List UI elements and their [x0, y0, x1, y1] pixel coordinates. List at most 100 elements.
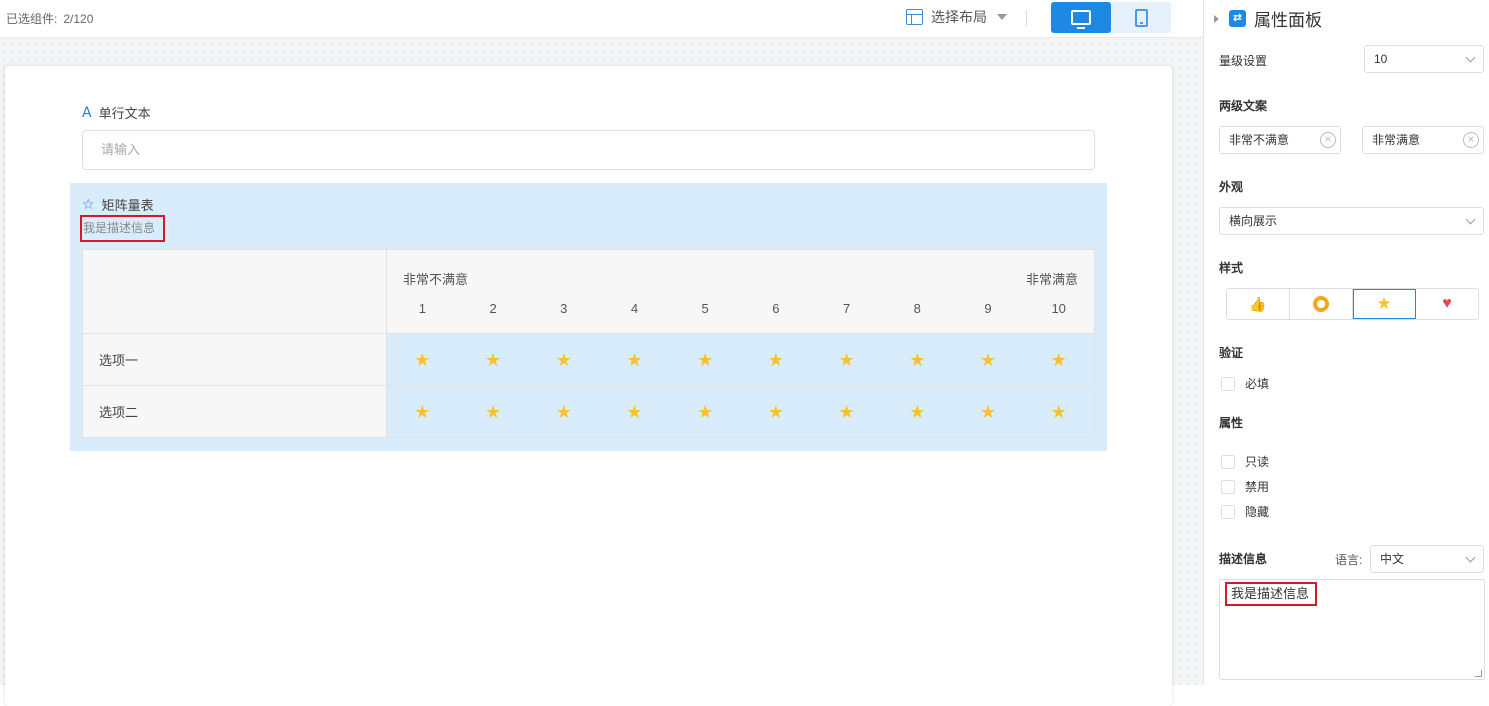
- rating-star-icon[interactable]: ★: [741, 403, 812, 421]
- thumb-icon: 👍: [1249, 295, 1267, 312]
- layout-icon: [906, 9, 923, 25]
- tablet-icon: [1134, 8, 1148, 27]
- rating-star-icon[interactable]: ★: [387, 403, 458, 421]
- matrix-row-ratings: ★ ★ ★ ★ ★ ★ ★ ★ ★ ★: [386, 385, 1095, 438]
- rating-star-icon[interactable]: ★: [1023, 403, 1094, 421]
- rating-star-icon[interactable]: ★: [387, 351, 458, 369]
- rating-star-icon[interactable]: ★: [953, 403, 1024, 421]
- description-value: 我是描述信息: [1225, 582, 1317, 606]
- appearance-select[interactable]: 横向展示: [1219, 207, 1484, 235]
- device-switch: [1051, 2, 1171, 33]
- star-icon: ★: [1376, 294, 1392, 313]
- matrix-header-scale: 非常不满意 非常满意 1 2 3 4 5 6 7 8 9 10: [386, 249, 1095, 334]
- disabled-checkbox[interactable]: 禁用: [1221, 478, 1269, 495]
- style-option-star[interactable]: ★: [1353, 289, 1416, 319]
- heart-icon: ♥: [1442, 295, 1452, 312]
- desktop-icon: [1071, 10, 1091, 29]
- matrix-title: 矩阵量表: [101, 198, 154, 213]
- scale-number: 2: [489, 301, 497, 316]
- selected-label: 已选组件:: [6, 12, 58, 26]
- language-label: 语言:: [1335, 553, 1363, 567]
- appearance-label: 外观: [1219, 180, 1244, 194]
- collapse-arrow-icon: [1214, 14, 1219, 23]
- low-text-input[interactable]: 非常不满意 ×: [1219, 126, 1341, 154]
- rating-star-icon[interactable]: ★: [1023, 351, 1094, 369]
- clear-icon[interactable]: ×: [1463, 132, 1479, 148]
- scale-number: 7: [842, 301, 851, 316]
- rating-star-icon[interactable]: ★: [528, 351, 599, 369]
- property-panel: ⇄ 属性面板 量级设置 10 两级文案 非常不满意 × 非常满意 × 外观 横向…: [1203, 0, 1489, 685]
- hidden-checkbox[interactable]: 隐藏: [1221, 503, 1269, 520]
- rating-star-icon[interactable]: ★: [882, 403, 953, 421]
- text-type-icon: A: [82, 104, 92, 121]
- rating-star-icon[interactable]: ★: [599, 403, 670, 421]
- level-label: 量级设置: [1219, 54, 1268, 68]
- language-select[interactable]: 中文: [1370, 545, 1484, 573]
- divider: [1026, 10, 1027, 26]
- two-level-label: 两级文案: [1219, 99, 1268, 113]
- language-value: 中文: [1380, 552, 1405, 566]
- appearance-value: 横向展示: [1229, 214, 1278, 228]
- level-value: 10: [1374, 52, 1388, 66]
- rating-star-icon[interactable]: ★: [741, 351, 812, 369]
- rating-star-icon[interactable]: ★: [811, 403, 882, 421]
- chevron-down-icon: [1465, 214, 1476, 225]
- checkbox-box[interactable]: [1221, 454, 1235, 469]
- rating-star-icon[interactable]: ★: [882, 351, 953, 369]
- matrix-label: ☆ 矩阵量表: [82, 195, 154, 214]
- star-outline-icon: ☆: [82, 196, 95, 212]
- editor-area: 已选组件: 2/120 选择布局 A 单行文本 请输入 ☆ 矩阵量表 我是描述信…: [0, 0, 1203, 706]
- clear-icon[interactable]: ×: [1320, 132, 1336, 148]
- text-field-label: A 单行文本: [82, 103, 151, 122]
- required-label: 必填: [1245, 377, 1270, 391]
- text-field-title: 单行文本: [98, 106, 151, 121]
- text-field-placeholder: 请输入: [101, 142, 141, 157]
- scale-number: 1: [418, 301, 426, 316]
- level-select[interactable]: 10: [1364, 45, 1484, 73]
- rating-star-icon[interactable]: ★: [458, 351, 529, 369]
- rating-star-icon[interactable]: ★: [670, 351, 741, 369]
- rating-star-icon[interactable]: ★: [811, 351, 882, 369]
- readonly-checkbox[interactable]: 只读: [1221, 453, 1269, 470]
- select-layout-button[interactable]: 选择布局: [906, 7, 1007, 27]
- desktop-view-button[interactable]: [1051, 2, 1111, 33]
- readonly-label: 只读: [1245, 455, 1270, 469]
- matrix-row-ratings: ★ ★ ★ ★ ★ ★ ★ ★ ★ ★: [386, 333, 1095, 386]
- resize-handle-icon[interactable]: [1475, 670, 1482, 677]
- matrix-table: 非常不满意 非常满意 1 2 3 4 5 6 7 8 9 10 选项一 ★ ★ ★ ★ ★ ★ ★ ★ ★ ★ 选项…: [82, 249, 1095, 438]
- scale-number: 9: [984, 301, 992, 316]
- high-text-value: 非常满意: [1372, 133, 1421, 147]
- matrix-scale-component[interactable]: ☆ 矩阵量表 我是描述信息 非常不满意 非常满意 1 2 3 4 5 6 7 8 9 10: [70, 183, 1107, 451]
- matrix-header-empty: [82, 249, 387, 334]
- checkbox-box[interactable]: [1221, 479, 1235, 494]
- hidden-label: 隐藏: [1245, 505, 1270, 519]
- scale-high-label: 非常满意: [1025, 272, 1078, 287]
- select-layout-label: 选择布局: [931, 9, 987, 25]
- required-checkbox[interactable]: 必填: [1221, 375, 1269, 392]
- rating-star-icon[interactable]: ★: [458, 403, 529, 421]
- scale-numbers: 1 2 3 4 5 6 7 8 9 10: [387, 301, 1094, 316]
- ring-icon: [1313, 296, 1329, 312]
- style-option-ring[interactable]: [1290, 289, 1353, 319]
- rating-star-icon[interactable]: ★: [670, 403, 741, 421]
- caret-down-icon: [997, 14, 1007, 20]
- rating-star-icon[interactable]: ★: [528, 403, 599, 421]
- style-option-thumb[interactable]: 👍: [1227, 289, 1290, 319]
- rating-star-icon[interactable]: ★: [953, 351, 1024, 369]
- description-textarea[interactable]: 我是描述信息: [1219, 579, 1485, 680]
- low-text-value: 非常不满意: [1229, 133, 1290, 147]
- panel-header[interactable]: ⇄ 属性面板: [1214, 6, 1322, 31]
- scale-number: 10: [1051, 301, 1066, 316]
- checkbox-box[interactable]: [1221, 504, 1235, 519]
- high-text-input[interactable]: 非常满意 ×: [1362, 126, 1484, 154]
- chevron-down-icon: [1465, 52, 1476, 63]
- text-field-input[interactable]: 请输入: [82, 130, 1095, 170]
- scale-number: 5: [701, 301, 709, 316]
- matrix-row-label: 选项一: [82, 333, 387, 386]
- style-option-heart[interactable]: ♥: [1416, 289, 1478, 319]
- checkbox-box[interactable]: [1221, 376, 1235, 391]
- tablet-view-button[interactable]: [1111, 2, 1171, 33]
- selected-count: 2/120: [63, 12, 94, 26]
- rating-star-icon[interactable]: ★: [599, 351, 670, 369]
- attributes-label: 属性: [1219, 416, 1244, 430]
